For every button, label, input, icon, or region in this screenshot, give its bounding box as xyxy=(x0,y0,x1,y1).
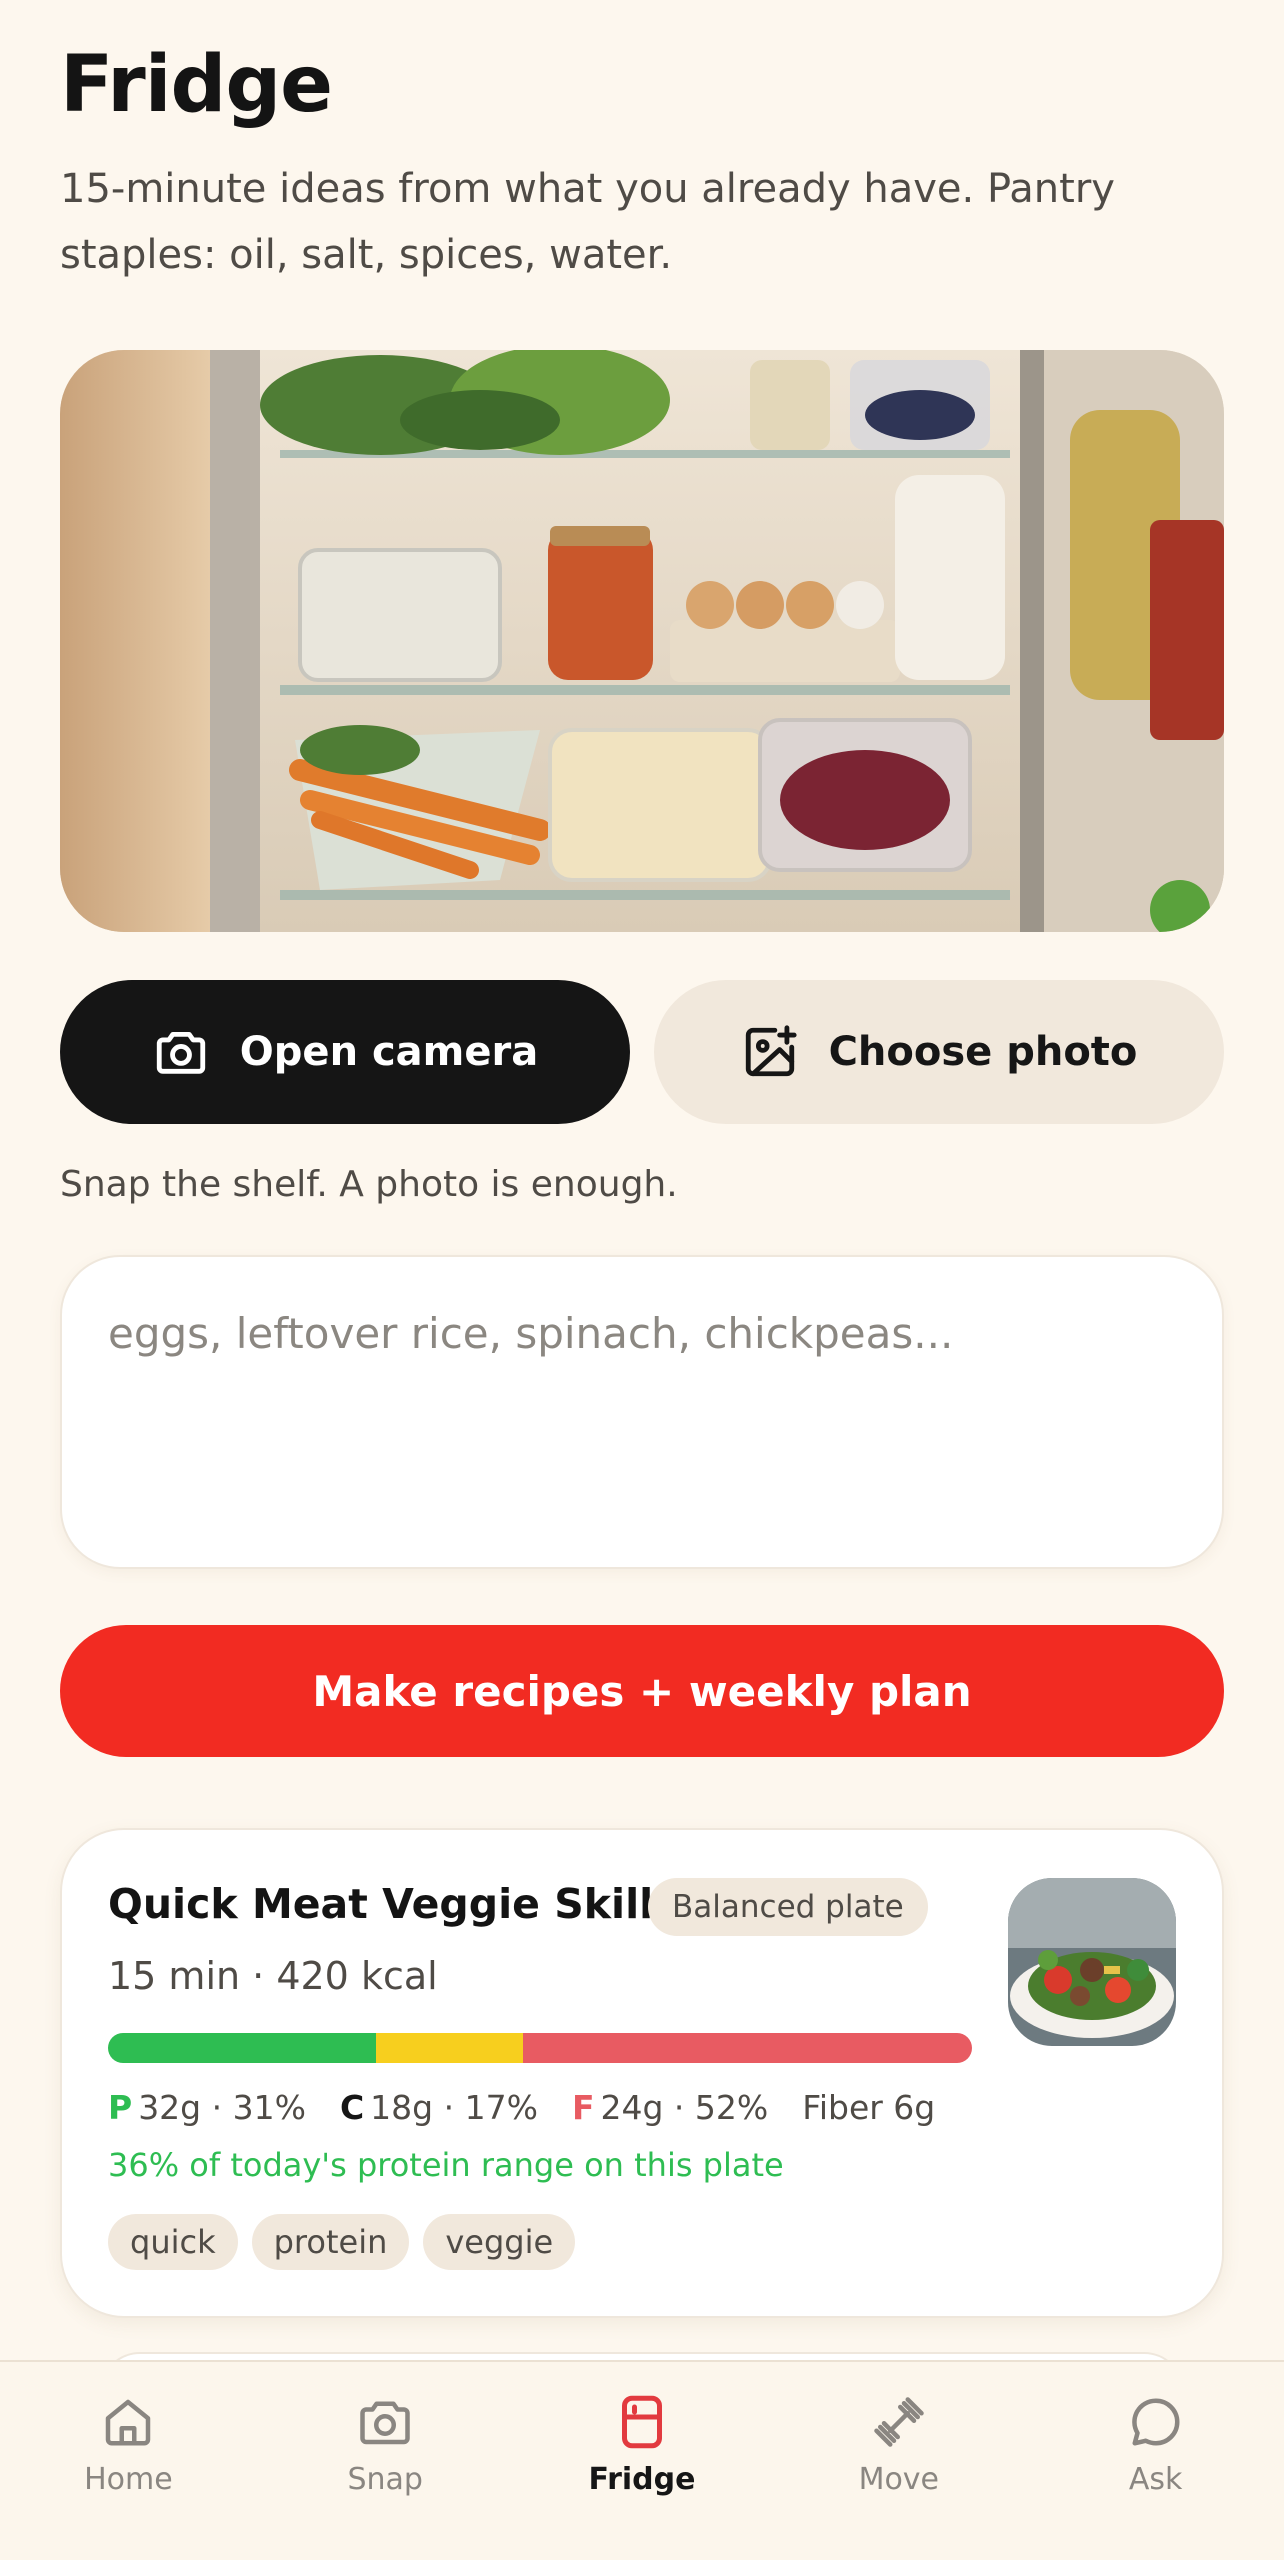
nav-label: Snap xyxy=(347,2462,423,2497)
bottom-nav: Home Snap Fridge Move Ask xyxy=(0,2360,1284,2560)
macro-bar-carbs xyxy=(375,2033,523,2063)
macro-breakdown: P 32g · 31% C 18g · 17% F 24g · 52% Fiber 6… xyxy=(108,2088,935,2127)
nav-item-snap[interactable]: Snap xyxy=(257,2362,514,2560)
macro-protein: P 32g · 31% xyxy=(108,2088,306,2127)
camera-icon xyxy=(156,1031,205,1074)
protein-note: 36% of today's protein range on this pla… xyxy=(108,2146,784,2184)
macro-bar-fat xyxy=(522,2033,972,2063)
open-camera-label: Open camera xyxy=(239,1029,539,1075)
dumbbell-icon xyxy=(874,2397,924,2447)
ingredients-input[interactable] xyxy=(60,1255,1224,1569)
nav-label: Home xyxy=(84,2462,173,2497)
open-camera-button[interactable]: Open camera xyxy=(60,980,630,1124)
macro-fat: F 24g · 52% xyxy=(571,2088,769,2127)
nav-item-fridge[interactable]: Fridge xyxy=(514,2362,771,2560)
make-recipes-button[interactable]: Make recipes + weekly plan xyxy=(60,1625,1224,1757)
choose-photo-button[interactable]: Choose photo xyxy=(654,980,1224,1124)
home-icon xyxy=(106,2399,151,2446)
macro-fiber: Fiber 6g xyxy=(802,2088,936,2127)
recipe-title: Quick Meat Veggie Skillet xyxy=(108,1880,701,1928)
macro-bar-protein xyxy=(108,2033,376,2063)
choose-photo-label: Choose photo xyxy=(828,1029,1138,1075)
tag-chip[interactable]: veggie xyxy=(423,2214,576,2270)
recipe-meta: 15 min · 420 kcal xyxy=(108,1954,438,1998)
page-subtitle: 15-minute ideas from what you already ha… xyxy=(60,166,1115,278)
camera-icon xyxy=(360,2401,410,2445)
nav-label: Ask xyxy=(1128,2462,1183,2497)
nav-label: Move xyxy=(858,2462,940,2497)
tag-chip[interactable]: protein xyxy=(251,2214,410,2270)
chat-bubble-icon xyxy=(1131,2398,1180,2446)
recipe-thumbnail xyxy=(1008,1878,1176,2046)
fridge-icon xyxy=(621,2395,662,2449)
image-plus-icon xyxy=(745,1025,797,1077)
nav-item-ask[interactable]: Ask xyxy=(1027,2362,1284,2560)
recipe-card[interactable]: Quick Meat Veggie Skillet Balanced plate… xyxy=(60,1828,1224,2318)
nav-item-home[interactable]: Home xyxy=(0,2362,257,2560)
snap-hint: Snap the shelf. A photo is enough. xyxy=(60,1164,678,1205)
macro-bar xyxy=(108,2033,972,2063)
fridge-photo xyxy=(60,350,1224,932)
recipe-tags: quick protein veggie xyxy=(108,2214,576,2270)
macro-carbs: C 18g · 17% xyxy=(339,2088,538,2127)
recipe-badge: Balanced plate xyxy=(648,1878,928,1936)
nav-label: Fridge xyxy=(588,2462,696,2497)
tag-chip[interactable]: quick xyxy=(108,2214,238,2270)
page-title: Fridge xyxy=(60,40,333,130)
nav-item-move[interactable]: Move xyxy=(770,2362,1027,2560)
